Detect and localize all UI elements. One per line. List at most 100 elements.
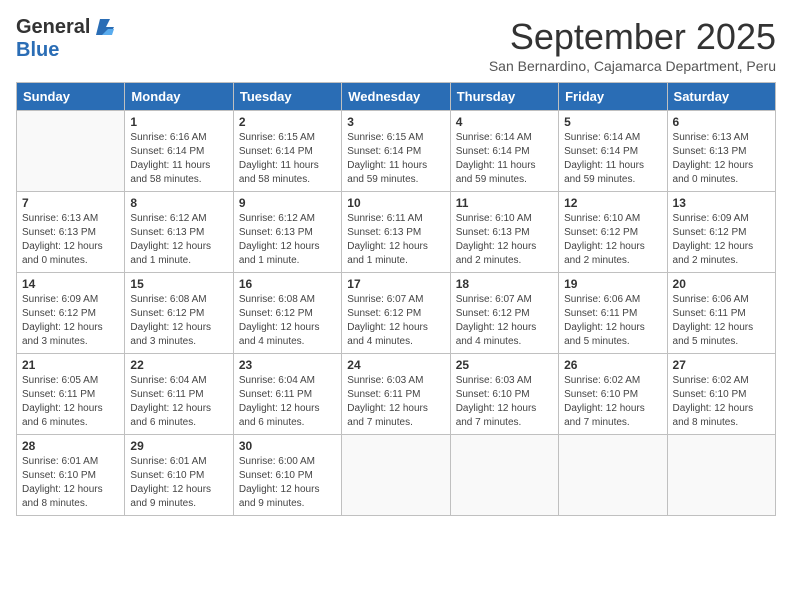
day-info: Sunrise: 6:08 AMSunset: 6:12 PMDaylight:… — [239, 293, 336, 349]
day-number: 4 — [456, 115, 553, 129]
logo-icon — [92, 17, 114, 39]
calendar-cell: 22 Sunrise: 6:04 AMSunset: 6:11 PMDayligh… — [125, 354, 233, 435]
day-info: Sunrise: 6:07 AMSunset: 6:12 PMDaylight:… — [347, 293, 444, 349]
calendar-cell: 19Sunrise: 6:06 AMSunset: 6:11 PMDayligh… — [559, 273, 667, 354]
calendar-week-row: 7 Sunrise: 6:13 AMSunset: 6:13 PMDaylight… — [17, 192, 776, 273]
calendar-cell: 8Sunrise: 6:12 AMSunset: 6:13 PMDaylight… — [125, 192, 233, 273]
day-number: 22 — [130, 358, 227, 372]
calendar-header-wednesday: Wednesday — [342, 83, 450, 111]
day-info: Sunrise: 6:12 AMSunset: 6:13 PMDaylight:… — [239, 212, 336, 268]
calendar-cell: 24Sunrise: 6:03 AMSunset: 6:11 PMDayligh… — [342, 354, 450, 435]
day-number: 27 — [673, 358, 770, 372]
day-info: Sunrise: 6:02 AMSunset: 6:10 PMDaylight:… — [673, 374, 770, 430]
calendar-cell — [450, 435, 558, 516]
calendar-cell — [342, 435, 450, 516]
title-section: September 2025 San Bernardino, Cajamarca… — [489, 16, 776, 74]
day-info: Sunrise: 6:01 AMSunset: 6:10 PMDaylight:… — [22, 455, 119, 511]
day-info: Sunrise: 6:00 AMSunset: 6:10 PMDaylight:… — [239, 455, 336, 511]
day-number: 21 — [22, 358, 119, 372]
calendar-cell: 18 Sunrise: 6:07 AMSunset: 6:12 PMDayligh… — [450, 273, 558, 354]
day-number: 14 — [22, 277, 119, 291]
calendar-cell: 14 Sunrise: 6:09 AMSunset: 6:12 PMDayligh… — [17, 273, 125, 354]
day-info: Sunrise: 6:02 AMSunset: 6:10 PMDaylight:… — [564, 374, 661, 430]
page-header: General Blue September 2025 San Bernardi… — [16, 16, 776, 74]
calendar-cell: 27 Sunrise: 6:02 AMSunset: 6:10 PMDayligh… — [667, 354, 775, 435]
day-number: 24 — [347, 358, 444, 372]
day-info: Sunrise: 6:15 AMSunset: 6:14 PMDaylight:… — [347, 131, 444, 187]
calendar-week-row: 21 Sunrise: 6:05 AMSunset: 6:11 PMDayligh… — [17, 354, 776, 435]
day-number: 15 — [130, 277, 227, 291]
day-info: Sunrise: 6:08 AMSunset: 6:12 PMDaylight:… — [130, 293, 227, 349]
calendar-week-row: 28 Sunrise: 6:01 AMSunset: 6:10 PMDayligh… — [17, 435, 776, 516]
calendar-cell: 29 Sunrise: 6:01 AMSunset: 6:10 PMDayligh… — [125, 435, 233, 516]
calendar-cell: 17 Sunrise: 6:07 AMSunset: 6:12 PMDayligh… — [342, 273, 450, 354]
calendar-header-tuesday: Tuesday — [233, 83, 341, 111]
day-info: Sunrise: 6:09 AMSunset: 6:12 PMDaylight:… — [673, 212, 770, 268]
day-info: Sunrise: 6:15 AMSunset: 6:14 PMDaylight:… — [239, 131, 336, 187]
logo-blue-text: Blue — [16, 39, 59, 62]
day-number: 26 — [564, 358, 661, 372]
day-number: 7 — [22, 196, 119, 210]
day-number: 25 — [456, 358, 553, 372]
calendar-cell — [17, 111, 125, 192]
day-number: 1 — [130, 115, 227, 129]
day-info: Sunrise: 6:11 AMSunset: 6:13 PMDaylight:… — [347, 212, 444, 268]
day-number: 8 — [130, 196, 227, 210]
calendar-cell — [667, 435, 775, 516]
day-info: Sunrise: 6:03 AMSunset: 6:10 PMDaylight:… — [456, 374, 553, 430]
calendar-cell: 7 Sunrise: 6:13 AMSunset: 6:13 PMDaylight… — [17, 192, 125, 273]
calendar-header-sunday: Sunday — [17, 83, 125, 111]
month-title: September 2025 — [489, 16, 776, 58]
logo-general-text: General — [16, 16, 90, 39]
day-number: 23 — [239, 358, 336, 372]
day-info: Sunrise: 6:09 AMSunset: 6:12 PMDaylight:… — [22, 293, 119, 349]
day-number: 29 — [130, 439, 227, 453]
calendar-header-saturday: Saturday — [667, 83, 775, 111]
calendar-header-friday: Friday — [559, 83, 667, 111]
day-number: 3 — [347, 115, 444, 129]
calendar-cell: 28 Sunrise: 6:01 AMSunset: 6:10 PMDayligh… — [17, 435, 125, 516]
day-number: 28 — [22, 439, 119, 453]
day-info: Sunrise: 6:13 AMSunset: 6:13 PMDaylight:… — [673, 131, 770, 187]
calendar-cell: 25 Sunrise: 6:03 AMSunset: 6:10 PMDayligh… — [450, 354, 558, 435]
day-info: Sunrise: 6:14 AMSunset: 6:14 PMDaylight:… — [564, 131, 661, 187]
day-number: 10 — [347, 196, 444, 210]
day-info: Sunrise: 6:01 AMSunset: 6:10 PMDaylight:… — [130, 455, 227, 511]
day-info: Sunrise: 6:05 AMSunset: 6:11 PMDaylight:… — [22, 374, 119, 430]
calendar-week-row: 1 Sunrise: 6:16 AMSunset: 6:14 PMDaylight… — [17, 111, 776, 192]
calendar-cell: 12Sunrise: 6:10 AMSunset: 6:12 PMDayligh… — [559, 192, 667, 273]
calendar-cell: 3 Sunrise: 6:15 AMSunset: 6:14 PMDaylight… — [342, 111, 450, 192]
day-number: 9 — [239, 196, 336, 210]
day-info: Sunrise: 6:13 AMSunset: 6:13 PMDaylight:… — [22, 212, 119, 268]
day-number: 5 — [564, 115, 661, 129]
day-number: 2 — [239, 115, 336, 129]
subtitle: San Bernardino, Cajamarca Department, Pe… — [489, 58, 776, 74]
day-info: Sunrise: 6:06 AMSunset: 6:11 PMDaylight:… — [564, 293, 661, 349]
calendar-table: SundayMondayTuesdayWednesdayThursdayFrid… — [16, 82, 776, 516]
calendar-cell: 4Sunrise: 6:14 AMSunset: 6:14 PMDaylight… — [450, 111, 558, 192]
day-number: 11 — [456, 196, 553, 210]
day-info: Sunrise: 6:04 AMSunset: 6:11 PMDaylight:… — [239, 374, 336, 430]
day-info: Sunrise: 6:06 AMSunset: 6:11 PMDaylight:… — [673, 293, 770, 349]
day-info: Sunrise: 6:10 AMSunset: 6:13 PMDaylight:… — [456, 212, 553, 268]
calendar-cell — [559, 435, 667, 516]
calendar-cell: 23 Sunrise: 6:04 AMSunset: 6:11 PMDayligh… — [233, 354, 341, 435]
calendar-cell: 1 Sunrise: 6:16 AMSunset: 6:14 PMDaylight… — [125, 111, 233, 192]
day-info: Sunrise: 6:16 AMSunset: 6:14 PMDaylight:… — [130, 131, 227, 187]
calendar-cell: 15 Sunrise: 6:08 AMSunset: 6:12 PMDayligh… — [125, 273, 233, 354]
calendar-cell: 20Sunrise: 6:06 AMSunset: 6:11 PMDayligh… — [667, 273, 775, 354]
calendar-cell: 9 Sunrise: 6:12 AMSunset: 6:13 PMDaylight… — [233, 192, 341, 273]
day-number: 16 — [239, 277, 336, 291]
day-number: 17 — [347, 277, 444, 291]
calendar-cell: 16 Sunrise: 6:08 AMSunset: 6:12 PMDayligh… — [233, 273, 341, 354]
day-number: 30 — [239, 439, 336, 453]
calendar-cell: 5 Sunrise: 6:14 AMSunset: 6:14 PMDaylight… — [559, 111, 667, 192]
calendar-cell: 10 Sunrise: 6:11 AMSunset: 6:13 PMDayligh… — [342, 192, 450, 273]
calendar-week-row: 14 Sunrise: 6:09 AMSunset: 6:12 PMDayligh… — [17, 273, 776, 354]
day-info: Sunrise: 6:04 AMSunset: 6:11 PMDaylight:… — [130, 374, 227, 430]
day-number: 13 — [673, 196, 770, 210]
calendar-cell: 26 Sunrise: 6:02 AMSunset: 6:10 PMDayligh… — [559, 354, 667, 435]
day-number: 18 — [456, 277, 553, 291]
day-info: Sunrise: 6:07 AMSunset: 6:12 PMDaylight:… — [456, 293, 553, 349]
calendar-cell: 30 Sunrise: 6:00 AMSunset: 6:10 PMDayligh… — [233, 435, 341, 516]
